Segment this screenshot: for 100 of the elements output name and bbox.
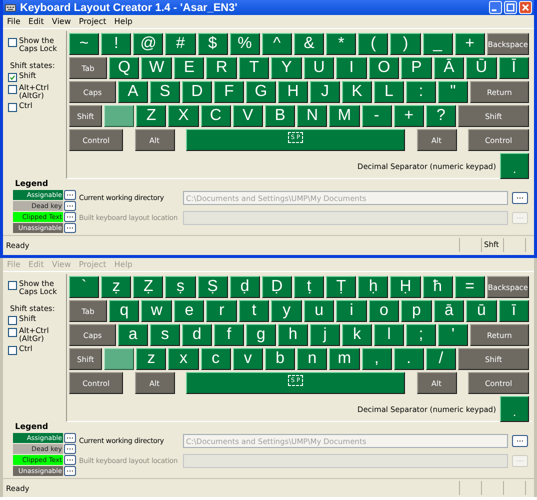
key[interactable]: I <box>336 57 367 79</box>
key[interactable]: b <box>264 348 296 370</box>
key[interactable]: w <box>141 300 172 322</box>
key[interactable]: k <box>342 324 372 346</box>
menu-item[interactable]: Edit <box>28 17 44 26</box>
menu-item[interactable]: View <box>52 17 71 26</box>
key[interactable]: v <box>232 348 263 370</box>
key[interactable]: ( <box>358 33 388 55</box>
key[interactable]: W <box>141 57 172 79</box>
key[interactable]: h <box>278 324 308 346</box>
color-picker-button[interactable] <box>64 190 76 200</box>
key[interactable]: ? <box>426 105 456 127</box>
checkbox[interactable] <box>8 346 17 355</box>
key[interactable]: U <box>304 57 334 79</box>
key[interactable]: ħ <box>422 276 453 298</box>
key[interactable]: Y <box>271 57 302 79</box>
decimal-key[interactable]: . <box>500 153 529 179</box>
key[interactable]: q <box>109 300 140 322</box>
key[interactable]: P <box>401 57 432 79</box>
color-picker-button[interactable] <box>64 200 76 210</box>
blank-key[interactable] <box>104 105 134 127</box>
checkbox[interactable] <box>8 85 17 94</box>
key[interactable]: ) <box>390 33 421 55</box>
key[interactable]: H <box>278 81 308 103</box>
color-picker-button[interactable] <box>64 466 76 476</box>
key[interactable]: ī <box>498 300 530 322</box>
key[interactable]: M <box>329 105 360 127</box>
key[interactable]: ū <box>466 300 497 322</box>
menu-item[interactable]: File <box>7 17 20 26</box>
key[interactable]: + <box>394 105 424 127</box>
key[interactable]: t <box>238 300 270 322</box>
key[interactable]: O <box>368 57 400 79</box>
key[interactable]: ā <box>434 300 464 322</box>
key[interactable]: X <box>168 105 199 127</box>
key[interactable]: Ṣ <box>198 276 228 298</box>
key[interactable]: / <box>426 348 456 370</box>
key[interactable]: = <box>454 276 485 298</box>
key[interactable]: Z <box>136 105 166 127</box>
key[interactable]: F <box>214 81 244 103</box>
maximize-button[interactable] <box>504 1 517 14</box>
key[interactable]: & <box>294 33 324 55</box>
key[interactable]: L <box>374 81 404 103</box>
key[interactable]: ḥ <box>358 276 388 298</box>
blank-key[interactable] <box>104 348 134 370</box>
key[interactable]: e <box>174 300 204 322</box>
key[interactable]: - <box>362 105 392 127</box>
close-button[interactable] <box>519 1 532 14</box>
key[interactable]: d <box>182 324 212 346</box>
key[interactable]: Ṭ <box>326 276 356 298</box>
key[interactable]: # <box>165 33 196 55</box>
key[interactable]: Ā <box>434 57 464 79</box>
location-field[interactable] <box>183 210 508 224</box>
key[interactable]: N <box>297 105 328 127</box>
key[interactable]: C <box>200 105 231 127</box>
decimal-key[interactable]: . <box>500 396 529 422</box>
key[interactable]: V <box>232 105 263 127</box>
key[interactable]: u <box>304 300 334 322</box>
key[interactable]: m <box>329 348 360 370</box>
key[interactable]: Ẓ <box>133 276 164 298</box>
key[interactable]: x <box>168 348 199 370</box>
key[interactable]: ; <box>406 324 436 346</box>
key[interactable]: G <box>246 81 276 103</box>
key[interactable]: ḍ <box>230 276 260 298</box>
key[interactable]: Ḍ <box>262 276 292 298</box>
key[interactable]: $ <box>198 33 228 55</box>
key[interactable]: i <box>336 300 367 322</box>
key[interactable]: c <box>200 348 231 370</box>
key[interactable]: Ḥ <box>390 276 421 298</box>
key[interactable]: T <box>238 57 270 79</box>
key[interactable]: D <box>182 81 212 103</box>
key[interactable]: E <box>174 57 204 79</box>
key[interactable]: " <box>438 81 468 103</box>
key[interactable]: z <box>136 348 166 370</box>
key[interactable]: ^ <box>262 33 292 55</box>
browse-button[interactable] <box>512 434 528 446</box>
key[interactable]: a <box>118 324 148 346</box>
menu-item[interactable]: Project <box>78 17 106 26</box>
browse-button[interactable] <box>512 192 528 204</box>
key[interactable]: * <box>326 33 356 55</box>
color-picker-button[interactable] <box>64 444 76 454</box>
key[interactable]: l <box>374 324 404 346</box>
key[interactable]: J <box>310 81 340 103</box>
key[interactable]: , <box>362 348 392 370</box>
key[interactable]: r <box>206 300 237 322</box>
key[interactable]: f <box>214 324 244 346</box>
key[interactable]: _ <box>422 33 453 55</box>
color-picker-button[interactable] <box>64 432 76 442</box>
minimize-button[interactable] <box>489 1 502 14</box>
checkbox[interactable] <box>8 38 17 47</box>
key[interactable]: % <box>230 33 260 55</box>
key[interactable]: K <box>342 81 372 103</box>
key[interactable]: Ū <box>466 57 497 79</box>
key[interactable]: ' <box>438 324 468 346</box>
key[interactable]: s <box>150 324 180 346</box>
key[interactable]: j <box>310 324 340 346</box>
color-picker-button[interactable] <box>64 454 76 464</box>
key[interactable]: R <box>206 57 237 79</box>
key[interactable]: y <box>271 300 302 322</box>
key[interactable]: ṣ <box>165 276 196 298</box>
key[interactable]: A <box>118 81 148 103</box>
